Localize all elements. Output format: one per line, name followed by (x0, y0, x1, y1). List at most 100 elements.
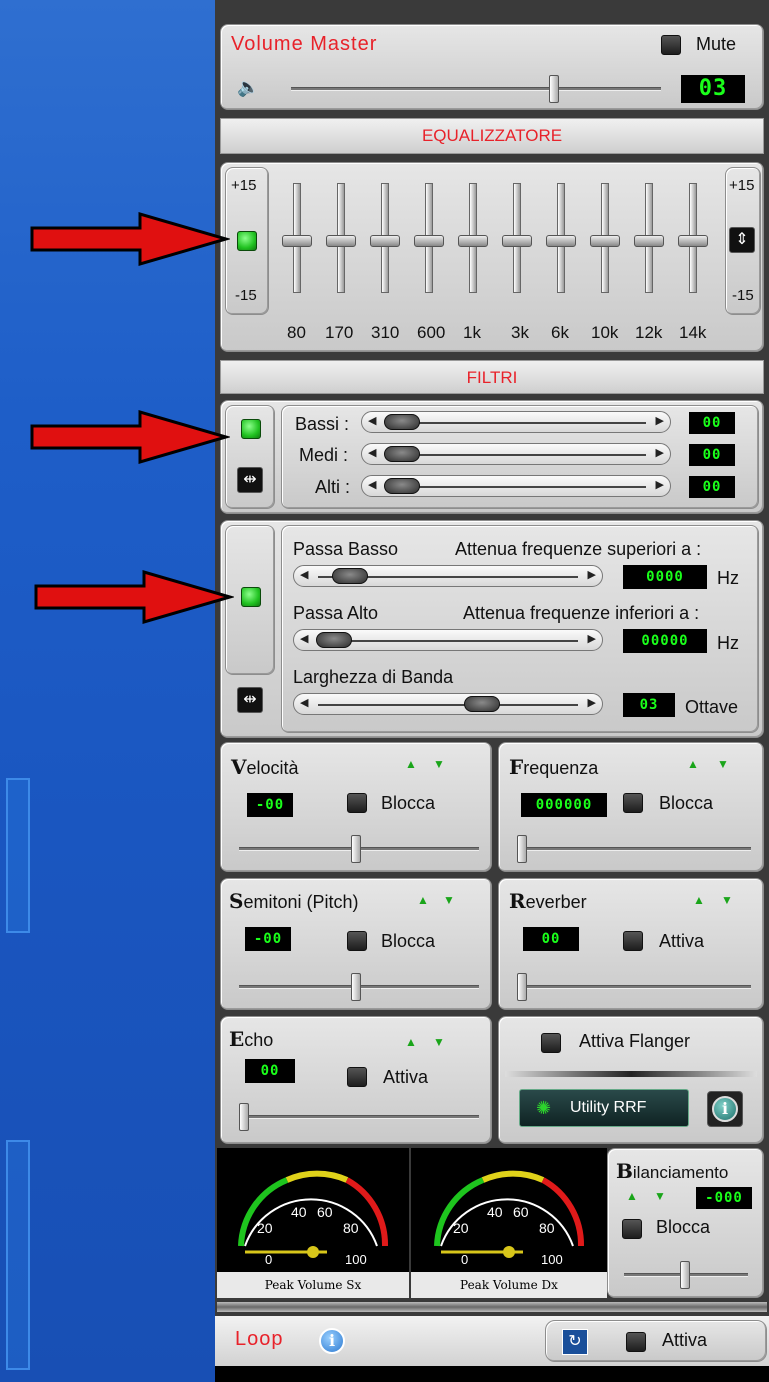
velocita-lock-toggle[interactable] (347, 793, 367, 813)
frequenza-track[interactable] (517, 847, 751, 851)
eq-knob-80[interactable] (282, 235, 312, 247)
mute-toggle[interactable] (661, 35, 681, 55)
echo-active-toggle[interactable] (347, 1067, 367, 1087)
eq-knob-1k[interactable] (458, 235, 488, 247)
eq-reset-icon[interactable]: ⇕ (729, 227, 755, 253)
frequenza-lock-toggle[interactable] (623, 793, 643, 813)
semitoni-up-icon[interactable]: ▲ (417, 893, 429, 907)
annotation-arrow-eq (30, 212, 230, 266)
peak-meter-right-dial (434, 1170, 585, 1258)
medi-label: Medi : (299, 445, 349, 465)
eq-knob-3k[interactable] (502, 235, 532, 247)
annotation-arrow-tone (30, 410, 230, 464)
low-pass-slider[interactable]: ◀ ▶ (293, 565, 603, 587)
medi-value: 00 (689, 444, 735, 466)
echo-thumb[interactable] (239, 1103, 249, 1131)
reverber-active-toggle[interactable] (623, 931, 643, 951)
eq-knob-600[interactable] (414, 235, 444, 247)
band-label-12k: 12k (635, 323, 663, 342)
master-volume-thumb[interactable] (549, 75, 559, 103)
reverber-thumb[interactable] (517, 973, 527, 1001)
bandwidth-unit: Ottave (685, 697, 739, 717)
frequenza-up-icon[interactable]: ▲ (687, 757, 699, 771)
frequenza-lock-label: Blocca (659, 793, 714, 813)
frequenza-thumb[interactable] (517, 835, 527, 863)
info-button[interactable]: i (707, 1091, 743, 1127)
peak-meter-left: 20 40 60 80 0 100 Peak Volume Sx (217, 1148, 409, 1298)
mute-label: Mute (696, 34, 737, 54)
alti-value: 00 (689, 476, 735, 498)
semitoni-thumb[interactable] (351, 973, 361, 1001)
eq-knob-12k[interactable] (634, 235, 664, 247)
velocita-thumb[interactable] (351, 835, 361, 863)
tone-panel: ⇹ Bassi : ◀ ▶ 00 Medi : ◀ ▶ 00 Alti : ◀ ▶ 0… (220, 400, 764, 514)
master-volume-display: 03 (681, 75, 745, 103)
echo-track[interactable] (239, 1115, 479, 1119)
pass-reset-icon[interactable]: ⇹ (237, 687, 263, 713)
eq-knob-310[interactable] (370, 235, 400, 247)
loop-controls: ↻ Attiva (545, 1320, 767, 1362)
velocita-down-icon[interactable]: ▼ (433, 757, 445, 771)
peak-right-tick-100: 100 (541, 1252, 563, 1267)
flanger-toggle[interactable] (541, 1033, 561, 1053)
echo-up-icon[interactable]: ▲ (405, 1035, 417, 1049)
bassi-label: Bassi : (295, 414, 350, 434)
tone-reset-icon[interactable]: ⇹ (237, 467, 263, 493)
tone-enable-led[interactable] (241, 419, 261, 439)
eq-enable-led[interactable] (237, 231, 257, 251)
bandwidth-slider[interactable]: ◀ ▶ (293, 693, 603, 715)
utility-rrf-button[interactable]: ✺ Utility RRF (519, 1089, 689, 1127)
echo-active-label: Attiva (383, 1067, 429, 1087)
volume-master-panel: Volume Master Mute 🔈 03 (220, 24, 764, 110)
master-volume-track[interactable] (291, 87, 661, 91)
velocita-up-icon[interactable]: ▲ (405, 757, 417, 771)
frequenza-down-icon[interactable]: ▼ (717, 757, 729, 771)
bilanciamento-thumb[interactable] (680, 1261, 690, 1289)
band-label-10k: 10k (591, 323, 619, 342)
bassi-slider[interactable]: ◀ ▶ (361, 411, 671, 433)
bilanciamento-panel: Bilanciamento ▲ ▼ -000 Blocca (607, 1148, 764, 1298)
bassi-value: 00 (689, 412, 735, 434)
loop-refresh-icon[interactable]: ↻ (562, 1329, 588, 1355)
peak-left-tick-60: 60 (317, 1204, 333, 1220)
alti-slider[interactable]: ◀ ▶ (361, 475, 671, 497)
frequenza-panel: Frequenza ▲ ▼ 000000 Blocca (498, 742, 764, 872)
peak-left-tick-20: 20 (257, 1220, 273, 1236)
reverber-up-icon[interactable]: ▲ (693, 893, 705, 907)
loop-active-toggle[interactable] (626, 1332, 646, 1352)
peak-meter-left-dial (238, 1170, 389, 1258)
eq-knob-14k[interactable] (678, 235, 708, 247)
reverber-track[interactable] (517, 985, 751, 989)
reverber-down-icon[interactable]: ▼ (721, 893, 733, 907)
reverber-value: 00 (523, 927, 579, 951)
desktop-window-edge (6, 778, 30, 933)
eq-knob-6k[interactable] (546, 235, 576, 247)
low-pass-desc: Attenua frequenze superiori a : (455, 539, 702, 559)
echo-down-icon[interactable]: ▼ (433, 1035, 445, 1049)
semitoni-down-icon[interactable]: ▼ (443, 893, 455, 907)
high-pass-slider[interactable]: ◀ ▶ (293, 629, 603, 651)
eq-knob-170[interactable] (326, 235, 356, 247)
medi-slider[interactable]: ◀ ▶ (361, 443, 671, 465)
pass-filter-panel: ⇹ Passa Basso Attenua frequenze superior… (220, 520, 764, 738)
pass-enable-led[interactable] (241, 587, 261, 607)
utility-rrf-icon: ✺ (536, 1098, 552, 1118)
low-pass-label: Passa Basso (293, 539, 399, 559)
bilanciamento-lock-toggle[interactable] (622, 1219, 642, 1239)
flanger-label: Attiva Flanger (579, 1031, 691, 1051)
desktop-background (0, 0, 215, 1382)
loop-info-icon[interactable]: i (319, 1328, 345, 1354)
band-label-310: 310 (371, 323, 400, 342)
band-label-80: 80 (287, 323, 306, 342)
bilanciamento-up-icon[interactable]: ▲ (626, 1189, 638, 1203)
semitoni-lock-toggle[interactable] (347, 931, 367, 951)
bilanciamento-down-icon[interactable]: ▼ (654, 1189, 666, 1203)
loop-label: Loop (235, 1328, 284, 1350)
high-pass-unit: Hz (717, 633, 739, 653)
desktop-window-edge (6, 1140, 30, 1370)
velocita-value: -00 (247, 793, 293, 817)
reverber-panel: Reverber ▲ ▼ 00 Attiva (498, 878, 764, 1010)
bandwidth-label: Larghezza di Banda (293, 667, 454, 687)
peak-left-label: Peak Volume Sx (217, 1272, 409, 1298)
eq-knob-10k[interactable] (590, 235, 620, 247)
